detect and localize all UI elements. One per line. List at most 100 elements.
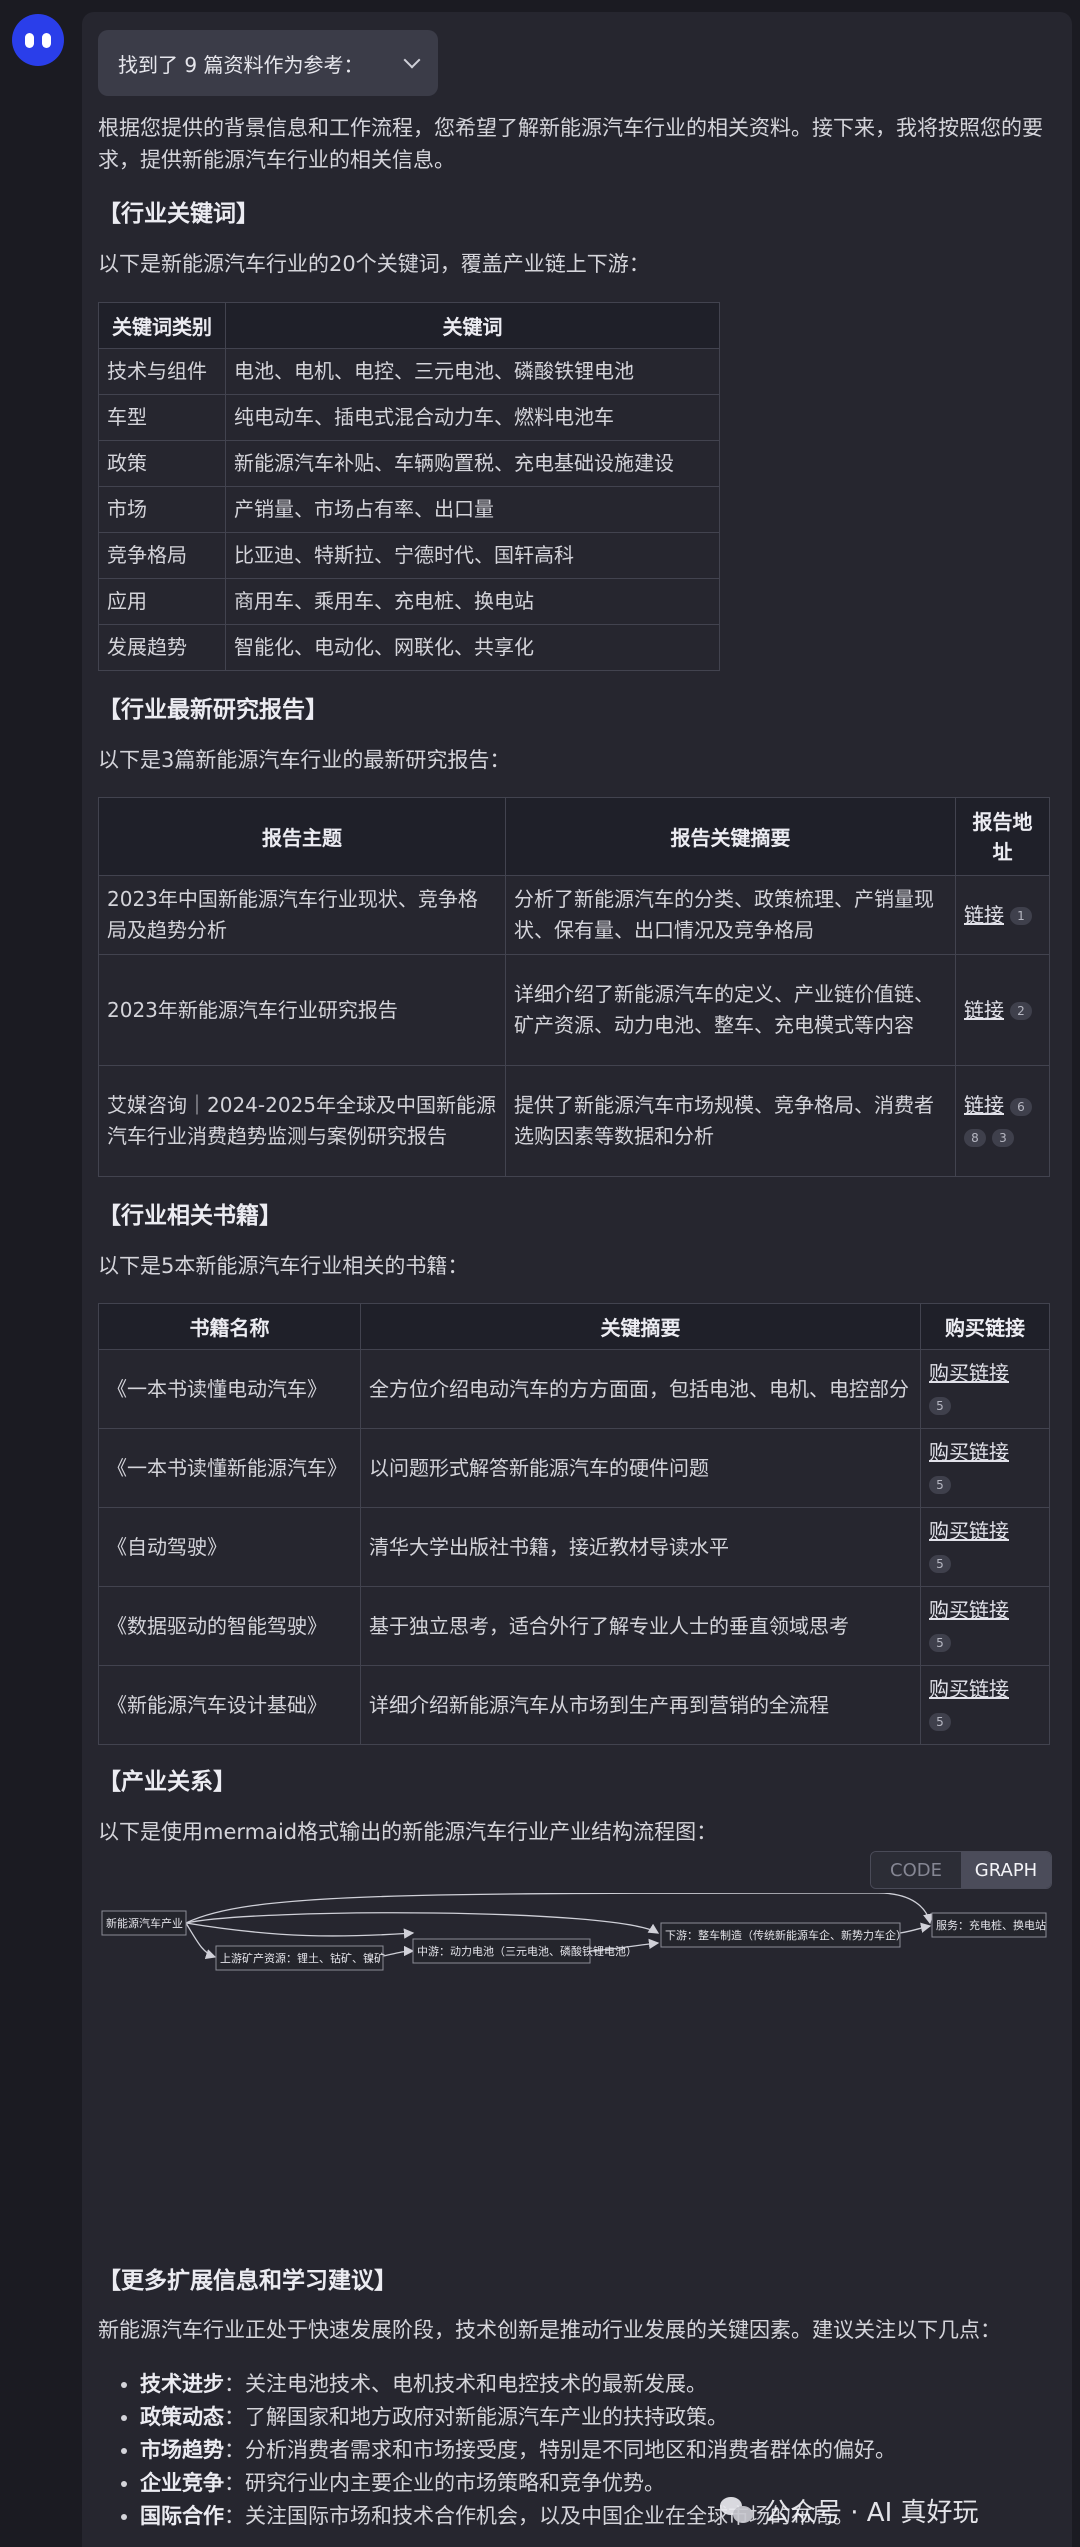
reports-table: 报告主题 报告关键摘要 报告地址 2023年中国新能源汽车行业现状、竞争格局及趋… <box>98 797 1050 1177</box>
keyword-list: 智能化、电动化、网联化、共享化 <box>225 624 720 671</box>
keyword-category: 应用 <box>98 578 226 625</box>
book-summary: 清华大学出版社书籍，接近教材导读水平 <box>360 1507 921 1587</box>
buy-link[interactable]: 购买链接 <box>929 1598 1009 1622</box>
citation-badge[interactable]: 5 <box>929 1554 951 1573</box>
tip-label: 技术进步 <box>140 2372 224 2396</box>
citation-badge[interactable]: 5 <box>929 1396 951 1415</box>
table-row: 竞争格局 比亚迪、特斯拉、宁德时代、国轩高科 <box>98 532 720 579</box>
citation-badge[interactable]: 1 <box>1010 907 1032 925</box>
tip-label: 企业竞争 <box>140 2471 224 2495</box>
table-row: 2023年中国新能源汽车行业现状、竞争格局及趋势分析 分析了新能源汽车的分类、政… <box>98 875 1050 955</box>
keywords-table: 关键词类别 关键词 技术与组件 电池、电机、电控、三元电池、磷酸铁锂电池 车型 纯电… <box>98 302 720 671</box>
table-row: 《新能源汽车设计基础》 详细介绍新能源汽车从市场到生产再到营销的全流程 购买链接… <box>98 1665 1050 1745</box>
avatar-eye-right <box>42 32 51 48</box>
report-topic: 艾媒咨询｜2024-2025年全球及中国新能源汽车行业消费趋势监测与案例研究报告 <box>98 1065 506 1177</box>
references-dropdown-button[interactable]: 找到了 9 篇资料作为参考： <box>98 30 438 96</box>
citation-badge[interactable]: 5 <box>929 1712 951 1731</box>
buy-link[interactable]: 购买链接 <box>929 1677 1009 1701</box>
citation-badge[interactable]: 8 <box>964 1128 986 1147</box>
buy-link-cell: 购买链接 5 <box>920 1428 1050 1508</box>
table-header-cell: 购买链接 <box>920 1303 1050 1350</box>
buy-link[interactable]: 购买链接 <box>929 1519 1009 1543</box>
industry-flowchart: 新能源汽车产业 上游矿产资源：锂土、钴矿、镍矿 中游：动力电池（三元电池、磷酸铁… <box>101 1893 1047 1971</box>
tip-text: ：了解国家和地方政府对新能源汽车产业的扶持政策。 <box>224 2405 728 2429</box>
node-label: 新能源汽车产业 <box>106 1916 183 1930</box>
report-link-cell: 链接 6 8 3 <box>955 1065 1050 1177</box>
keyword-list: 产销量、市场占有率、出口量 <box>225 486 720 533</box>
book-name: 《新能源汽车设计基础》 <box>98 1665 361 1745</box>
table-row: 2023年新能源汽车行业研究报告 详细介绍了新能源汽车的定义、产业链价值链、矿产… <box>98 954 1050 1066</box>
report-link-cell: 链接 1 <box>955 875 1050 955</box>
table-header-cell: 书籍名称 <box>98 1303 361 1350</box>
node-label: 服务：充电桩、换电站 <box>936 1918 1046 1932</box>
keyword-list: 纯电动车、插电式混合动力车、燃料电池车 <box>225 394 720 441</box>
keyword-list: 比亚迪、特斯拉、宁德时代、国轩高科 <box>225 532 720 579</box>
buy-link-cell: 购买链接 5 <box>920 1665 1050 1745</box>
watermark: 公众号 · AI 真好玩 <box>720 2492 979 2529</box>
tab-code[interactable]: CODE <box>871 1852 961 1888</box>
industry-section-desc: 以下是使用mermaid格式输出的新能源汽车行业产业结构流程图： <box>98 1820 718 1844</box>
book-name: 《数据驱动的智能驾驶》 <box>98 1586 361 1666</box>
buy-link[interactable]: 购买链接 <box>929 1361 1009 1385</box>
tab-graph[interactable]: GRAPH <box>961 1852 1051 1888</box>
citation-badge[interactable]: 2 <box>1010 1002 1032 1020</box>
keyword-category: 竞争格局 <box>98 532 226 579</box>
citation-badge[interactable]: 5 <box>929 1633 951 1652</box>
keywords-section-title: 【行业关键词】 <box>98 201 259 227</box>
assistant-avatar <box>12 14 64 66</box>
more-section-desc: 新能源汽车行业正处于快速发展阶段，技术创新是推动行业发展的关键因素。建议关注以下… <box>98 2318 1001 2342</box>
keyword-category: 政策 <box>98 440 226 487</box>
report-topic: 2023年新能源汽车行业研究报告 <box>98 954 506 1066</box>
table-header-cell: 关键摘要 <box>360 1303 921 1350</box>
table-header-cell: 报告地址 <box>955 797 1050 876</box>
book-summary: 全方位介绍电动汽车的方方面面，包括电池、电机、电控部分 <box>360 1349 921 1429</box>
tip-label: 国际合作 <box>140 2504 224 2528</box>
edge-upstream-midstream <box>382 1945 415 1957</box>
table-row: 发展趋势 智能化、电动化、网联化、共享化 <box>98 624 720 671</box>
citation-badge[interactable]: 6 <box>1010 1097 1032 1116</box>
node-root: 新能源汽车产业 <box>101 1910 187 1936</box>
buy-link-cell: 购买链接 5 <box>920 1507 1050 1587</box>
edge-root-downstream <box>185 1912 660 1934</box>
chevron-down-icon <box>403 51 421 69</box>
reports-section-title: 【行业最新研究报告】 <box>98 697 328 723</box>
report-link[interactable]: 链接 <box>964 998 1004 1022</box>
report-summary: 详细介绍了新能源汽车的定义、产业链价值链、矿产资源、动力电池、整车、充电模式等内… <box>505 954 956 1066</box>
citation-badge[interactable]: 5 <box>929 1475 951 1494</box>
table-row: 车型 纯电动车、插电式混合动力车、燃料电池车 <box>98 394 720 441</box>
report-link[interactable]: 链接 <box>964 1093 1004 1117</box>
citation-badge[interactable]: 3 <box>992 1128 1014 1147</box>
keyword-list: 商用车、乘用车、充电桩、换电站 <box>225 578 720 625</box>
list-item: 政策动态：了解国家和地方政府对新能源汽车产业的扶持政策。 <box>140 2401 1050 2434</box>
edge-root-upstream <box>185 1922 217 1960</box>
table-row: 《自动驾驶》 清华大学出版社书籍，接近教材导读水平 购买链接 5 <box>98 1507 1050 1587</box>
table-header-cell: 报告主题 <box>98 797 506 876</box>
books-table: 书籍名称 关键摘要 购买链接 《一本书读懂电动汽车》 全方位介绍电动汽车的方方面… <box>98 1303 1050 1745</box>
keyword-category: 市场 <box>98 486 226 533</box>
book-summary: 以问题形式解答新能源汽车的硬件问题 <box>360 1428 921 1508</box>
node-label: 上游矿产资源：锂土、钴矿、镍矿 <box>220 1951 385 1965</box>
tip-label: 市场趋势 <box>140 2438 224 2462</box>
table-header-cell: 关键词类别 <box>98 302 226 349</box>
table-header-cell: 报告关键摘要 <box>505 797 956 876</box>
table-row: 市场 产销量、市场占有率、出口量 <box>98 486 720 533</box>
references-label: 找到了 9 篇资料作为参考： <box>118 52 364 77</box>
node-service: 服务：充电桩、换电站 <box>931 1912 1047 1938</box>
table-header-cell: 关键词 <box>225 302 720 349</box>
report-link[interactable]: 链接 <box>964 903 1004 927</box>
book-summary: 详细介绍新能源汽车从市场到生产再到营销的全流程 <box>360 1665 921 1745</box>
edge-root-service <box>185 1893 934 1925</box>
keyword-category: 发展趋势 <box>98 624 226 671</box>
table-row: 《一本书读懂新能源汽车》 以问题形式解答新能源汽车的硬件问题 购买链接 5 <box>98 1428 1050 1508</box>
table-row: 应用 商用车、乘用车、充电桩、换电站 <box>98 578 720 625</box>
book-name: 《一本书读懂电动汽车》 <box>98 1349 361 1429</box>
keyword-category: 车型 <box>98 394 226 441</box>
table-row: 《一本书读懂电动汽车》 全方位介绍电动汽车的方方面面，包括电池、电机、电控部分 … <box>98 1349 1050 1429</box>
intro-paragraph: 根据您提供的背景信息和工作流程，您希望了解新能源汽车行业的相关资料。接下来，我将… <box>98 116 1043 172</box>
keyword-list: 电池、电机、电控、三元电池、磷酸铁锂电池 <box>225 348 720 395</box>
industry-section-title: 【产业关系】 <box>98 1769 236 1795</box>
buy-link[interactable]: 购买链接 <box>929 1440 1009 1464</box>
keyword-category: 技术与组件 <box>98 348 226 395</box>
more-section-title: 【更多扩展信息和学习建议】 <box>98 2268 397 2294</box>
list-item: 技术进步：关注电池技术、电机技术和电控技术的最新发展。 <box>140 2368 1050 2401</box>
